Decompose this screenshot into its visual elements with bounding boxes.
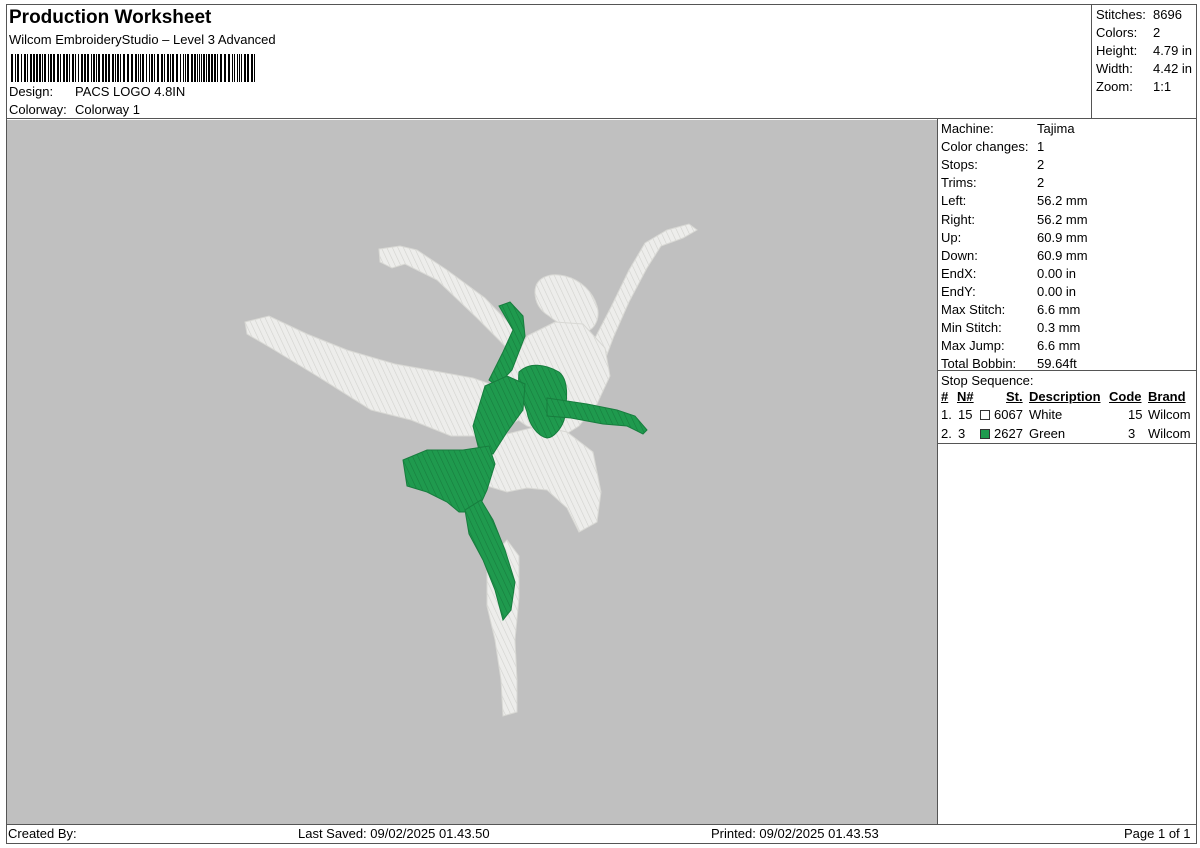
- machine-info-row: Down: 60.9 mm: [941, 248, 1088, 263]
- machine-info-label: Down:: [941, 247, 978, 263]
- machine-info-row: Stops: 2: [941, 157, 1044, 172]
- thread-color-swatch: [980, 429, 990, 439]
- page-title: Production Worksheet: [9, 7, 212, 28]
- machine-info-label: Color changes:: [941, 139, 1029, 155]
- design-preview: [7, 120, 937, 824]
- barcode: [11, 54, 255, 82]
- seq-brand: Wilcom: [1148, 407, 1191, 422]
- thread-color-swatch: [980, 410, 990, 420]
- machine-info-value: 6.6 mm: [1037, 338, 1081, 354]
- machine-info-row: Left: 56.2 mm: [941, 193, 1088, 208]
- machine-info-row: EndX: 0.00 in: [941, 266, 1076, 281]
- header-divider: [6, 118, 1197, 119]
- seq-description: Green: [1029, 426, 1066, 441]
- colorway-label: Colorway:: [9, 102, 67, 117]
- seq-description: White: [1029, 407, 1063, 422]
- seq-code: 3: [1128, 426, 1136, 441]
- machine-info-row: Max Stitch: 6.6 mm: [941, 302, 1080, 317]
- machine-info-value: 0.00 in: [1037, 265, 1077, 281]
- machine-info-value: 2: [1037, 157, 1045, 173]
- machine-info-row: Right: 56.2 mm: [941, 212, 1088, 227]
- machine-info-label: Left:: [941, 193, 967, 209]
- machine-info-row: Max Jump: 6.6 mm: [941, 338, 1080, 353]
- footer-printed: Printed: 09/02/2025 01.43.53: [711, 826, 879, 841]
- design-value: PACS LOGO 4.8IN: [75, 84, 186, 99]
- stat-zoom: Zoom: 1:1: [1096, 79, 1172, 94]
- seq-stitches: 2627: [994, 426, 1023, 441]
- seq-needle: 15: [958, 407, 973, 422]
- machine-info-value: 0.00 in: [1037, 283, 1077, 299]
- machine-info-row: Total Bobbin: 59.64ft: [941, 356, 1077, 371]
- machine-info-row: Color changes: 1: [941, 139, 1044, 154]
- machine-info-row: Up: 60.9 mm: [941, 230, 1088, 245]
- machine-info-label: EndY:: [941, 283, 976, 299]
- footer-created-by: Created By:: [8, 826, 77, 841]
- machine-info-value: 59.64ft: [1037, 356, 1077, 372]
- design-label: Design:: [9, 84, 54, 99]
- col-header-brand: Brand: [1148, 389, 1186, 404]
- machine-info-label: Machine:: [941, 121, 994, 136]
- footer-last-saved: Last Saved: 09/02/2025 01.43.50: [298, 826, 490, 841]
- stat-colors: Colors: 2: [1096, 25, 1161, 40]
- col-header-code: Code: [1109, 389, 1142, 404]
- machine-info-value: 60.9 mm: [1037, 247, 1088, 263]
- stat-width: Width: 4.42 in: [1096, 61, 1193, 76]
- machine-info-label: Up:: [941, 229, 962, 245]
- stat-height: Height: 4.79 in: [1096, 43, 1193, 58]
- machine-info-label: Min Stitch:: [941, 320, 1002, 336]
- col-header-stitches: St.: [1006, 389, 1023, 404]
- seq-code: 15: [1128, 407, 1143, 422]
- machine-info-value: 56.2 mm: [1037, 193, 1088, 209]
- machine-info-label: Stops:: [941, 157, 978, 173]
- seq-stitches: 6067: [994, 407, 1023, 422]
- stat-stitches: Stitches: 8696: [1096, 7, 1182, 22]
- machine-info-row: EndY: 0.00 in: [941, 284, 1076, 299]
- col-header-needle: N#: [957, 389, 974, 404]
- machine-info-value: 2: [1037, 175, 1045, 191]
- machine-info-value: 60.9 mm: [1037, 229, 1088, 245]
- dancer-design-image: [244, 223, 698, 717]
- machine-info-label: EndX:: [941, 265, 977, 281]
- col-header-description: Description: [1029, 389, 1101, 404]
- side-divider-2: [938, 443, 1197, 444]
- machine-info-value: Tajima: [1037, 121, 1075, 136]
- machine-info-label: Right:: [941, 211, 975, 227]
- col-header-index: #: [941, 389, 949, 404]
- worksheet-header: Production Worksheet Wilcom EmbroiderySt…: [6, 4, 1091, 119]
- design-row: Design: PACS LOGO 4.8IN: [9, 84, 185, 99]
- colorway-row: Colorway: Colorway 1: [9, 102, 140, 117]
- machine-info-label: Max Jump:: [941, 338, 1005, 354]
- canvas-divider: [937, 118, 938, 825]
- machine-info-row: Machine: Tajima: [941, 121, 1075, 136]
- footer-divider: [6, 824, 1197, 825]
- machine-info-row: Trims: 2: [941, 175, 1044, 190]
- seq-brand: Wilcom: [1148, 426, 1191, 441]
- machine-info-value: 6.6 mm: [1037, 302, 1081, 317]
- seq-needle: 3: [958, 426, 966, 441]
- seq-index: 1.: [941, 407, 952, 422]
- machine-info-value: 0.3 mm: [1037, 320, 1081, 336]
- machine-info-value: 1: [1037, 139, 1045, 155]
- colorway-value: Colorway 1: [75, 102, 141, 117]
- machine-info-label: Total Bobbin:: [941, 356, 1017, 372]
- software-name: Wilcom EmbroideryStudio – Level 3 Advanc…: [9, 32, 276, 47]
- footer-page-number: Page 1 of 1: [1124, 826, 1191, 841]
- stop-sequence-title: Stop Sequence:: [941, 373, 1034, 388]
- machine-info-label: Trims:: [941, 175, 977, 191]
- machine-info-row: Min Stitch: 0.3 mm: [941, 320, 1080, 335]
- seq-index: 2.: [941, 426, 952, 441]
- machine-info-value: 56.2 mm: [1037, 211, 1088, 227]
- machine-info-label: Max Stitch:: [941, 302, 1006, 317]
- stats-panel: Stitches: 8696 Colors: 2 Height: 4.79 in Wi…: [1091, 4, 1197, 119]
